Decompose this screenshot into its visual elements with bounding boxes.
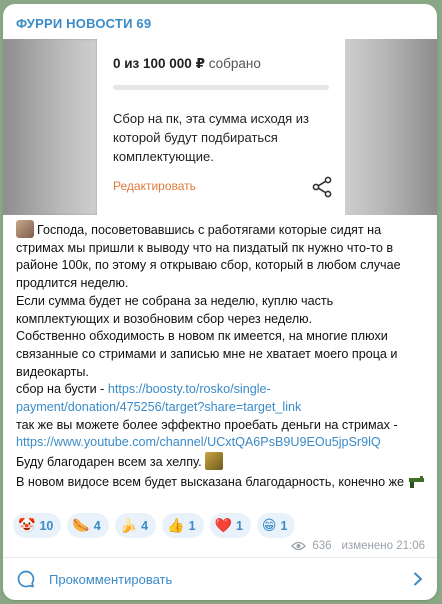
donation-card: 0 из 100 000 ₽ собрано Сбор на пк, эта с… bbox=[97, 39, 345, 215]
paragraph-6: Буду благодарен всем за хелпу. bbox=[16, 452, 428, 472]
gun-emoji-icon bbox=[408, 475, 424, 488]
edit-link[interactable]: Редактировать bbox=[113, 179, 196, 193]
donation-amount-suffix: собрано bbox=[208, 56, 261, 71]
paragraph-1-text: Господа, посоветовавшись с работягами ко… bbox=[16, 223, 401, 291]
clown-icon: 🤡 bbox=[18, 517, 36, 534]
post-meta: 636 изменено 21:06 bbox=[291, 540, 425, 552]
paragraph-1: Господа, посоветовавшись с работягами ко… bbox=[16, 220, 428, 293]
donation-media[interactable]: 0 из 100 000 ₽ собрано Сбор на пк, эта с… bbox=[3, 39, 437, 215]
thumbs-up-icon: 👍 bbox=[167, 517, 185, 534]
paragraph-4: сбор на бусти - https://boosty.to/rosko/… bbox=[16, 381, 428, 416]
banana-icon: 🍌 bbox=[119, 517, 138, 534]
youtube-prefix: так же вы можете более эффектно проебать… bbox=[16, 417, 398, 432]
channel-title[interactable]: ФУРРИ НОВОСТИ 69 bbox=[16, 16, 151, 31]
media-blur-right bbox=[343, 39, 437, 215]
reaction-count: 1 bbox=[235, 518, 243, 533]
reaction-hotdog[interactable]: 🌭 4 bbox=[67, 513, 109, 538]
paragraph-7: В новом видосе всем будет высказана благ… bbox=[16, 472, 428, 492]
share-icon[interactable] bbox=[311, 176, 333, 198]
comment-label: Прокомментировать bbox=[49, 571, 173, 587]
donation-progress-bar bbox=[113, 85, 329, 90]
post-text: Господа, посоветовавшись с работягами ко… bbox=[16, 220, 428, 492]
reaction-clown[interactable]: 🤡 10 bbox=[13, 513, 62, 538]
donation-amount: 0 из 100 000 ₽ собрано bbox=[113, 56, 261, 72]
channel-post: ФУРРИ НОВОСТИ 69 0 из 100 000 ₽ собрано … bbox=[3, 4, 437, 600]
reaction-banana[interactable]: 🍌 4 bbox=[114, 513, 157, 538]
heart-icon: ❤️ bbox=[214, 517, 232, 534]
chevron-right-icon bbox=[414, 572, 422, 586]
reaction-count: 1 bbox=[188, 518, 196, 533]
custom-emoji-icon bbox=[16, 220, 34, 238]
eye-icon bbox=[291, 541, 307, 551]
reaction-count: 1 bbox=[280, 518, 288, 533]
reactions-bar: 🤡 10 🌭 4 🍌 4 👍 1 ❤️ 1 😁 1 bbox=[13, 513, 296, 538]
paragraph-3: Собственно обходимость в новом пк имеетс… bbox=[16, 329, 398, 379]
reaction-count: 4 bbox=[141, 518, 149, 533]
hotdog-icon: 🌭 bbox=[72, 517, 90, 534]
custom-emoji-icon bbox=[205, 452, 224, 471]
edited-time: изменено 21:06 bbox=[341, 540, 425, 552]
paragraph-5: так же вы можете более эффектно проебать… bbox=[16, 417, 428, 452]
paragraph-7-text: В новом видосе всем будет высказана благ… bbox=[16, 474, 405, 489]
comment-button[interactable]: Прокомментировать bbox=[3, 558, 437, 600]
reaction-count: 10 bbox=[39, 518, 54, 533]
reaction-thumbs-up[interactable]: 👍 1 bbox=[162, 513, 204, 538]
youtube-link[interactable]: https://www.youtube.com/channel/UCxtQA6P… bbox=[16, 435, 381, 449]
media-blur-left bbox=[3, 39, 97, 215]
paragraph-2: Если сумма будет не собрана за неделю, к… bbox=[16, 293, 334, 326]
donation-description: Сбор на пк, эта сумма исходя из которой … bbox=[113, 111, 309, 164]
reaction-count: 4 bbox=[93, 518, 101, 533]
view-count: 636 bbox=[312, 540, 332, 552]
boosty-prefix: сбор на бусти - bbox=[16, 382, 108, 397]
donation-amount-value: 0 из 100 000 ₽ bbox=[113, 56, 205, 71]
grin-icon: 😁 bbox=[261, 517, 277, 534]
comment-icon bbox=[17, 570, 35, 588]
reaction-grin[interactable]: 😁 1 bbox=[256, 513, 296, 538]
reaction-heart[interactable]: ❤️ 1 bbox=[209, 513, 251, 538]
paragraph-6-text: Буду благодарен всем за хелпу. bbox=[16, 455, 202, 470]
